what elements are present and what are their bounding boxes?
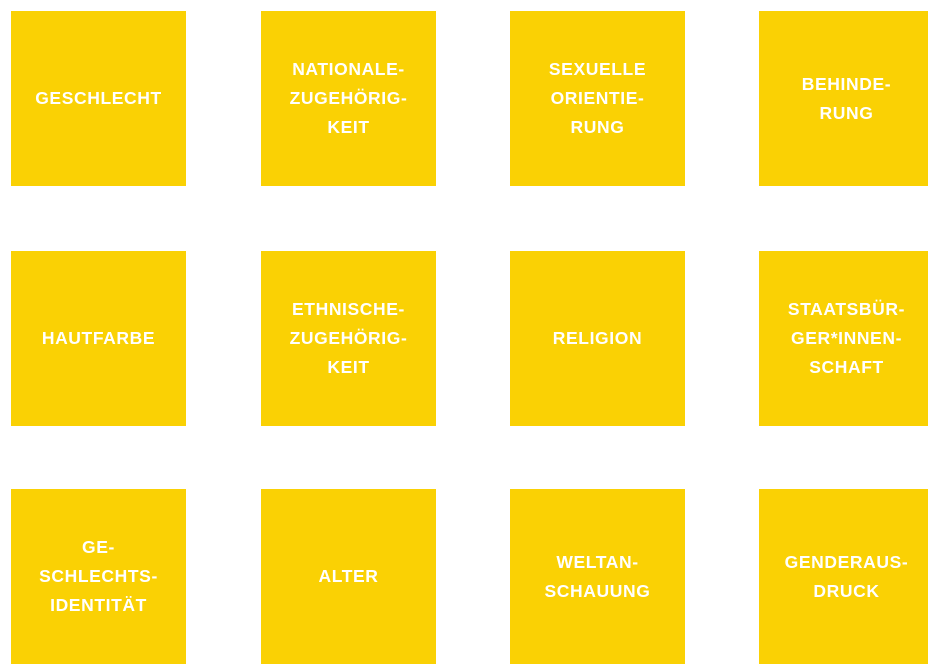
- tile-label: WELTAN- SCHAUUNG: [544, 551, 651, 601]
- tile-genderausdruck[interactable]: GENDERAUS- DRUCK: [759, 489, 928, 664]
- tile-label: GE- SCHLECHTS- IDENTITÄT: [39, 537, 158, 615]
- tile-weltanschauung[interactable]: WELTAN- SCHAUUNG: [510, 489, 685, 664]
- tile-nationale-zugehoerigkeit[interactable]: NATIONALE- ZUGEHÖRIG- KEIT: [261, 11, 436, 186]
- tile-alter[interactable]: ALTER: [261, 489, 436, 664]
- tile-label: GESCHLECHT: [35, 88, 162, 108]
- tile-label: SEXUELLE ORIENTIE- RUNG: [548, 59, 647, 137]
- tile-label: STAATSBÜR- GER*INNEN- SCHAFT: [787, 299, 906, 377]
- tile-label: HAUTFARBE: [41, 328, 156, 348]
- tile-staatsbuergerinnenschaft[interactable]: STAATSBÜR- GER*INNEN- SCHAFT: [759, 251, 928, 426]
- tile-behinderung[interactable]: BEHINDE- RUNG: [759, 11, 928, 186]
- tile-geschlecht[interactable]: GESCHLECHT: [11, 11, 186, 186]
- tile-religion[interactable]: RELIGION: [510, 251, 685, 426]
- tile-geschlechtsidentitaet[interactable]: GE- SCHLECHTS- IDENTITÄT: [11, 489, 186, 664]
- tile-label: GENDERAUS- DRUCK: [784, 551, 909, 601]
- tile-label: BEHINDE- RUNG: [801, 73, 892, 123]
- category-tile-grid: GESCHLECHT NATIONALE- ZUGEHÖRIG- KEIT SE…: [0, 0, 928, 664]
- tile-label: ETHNISCHE- ZUGEHÖRIG- KEIT: [289, 299, 408, 377]
- tile-label: ALTER: [318, 566, 379, 586]
- tile-ethnische-zugehoerigkeit[interactable]: ETHNISCHE- ZUGEHÖRIG- KEIT: [261, 251, 436, 426]
- tile-label: NATIONALE- ZUGEHÖRIG- KEIT: [289, 59, 408, 137]
- tile-sexuelle-orientierung[interactable]: SEXUELLE ORIENTIE- RUNG: [510, 11, 685, 186]
- tile-label: RELIGION: [552, 328, 643, 348]
- tile-hautfarbe[interactable]: HAUTFARBE: [11, 251, 186, 426]
